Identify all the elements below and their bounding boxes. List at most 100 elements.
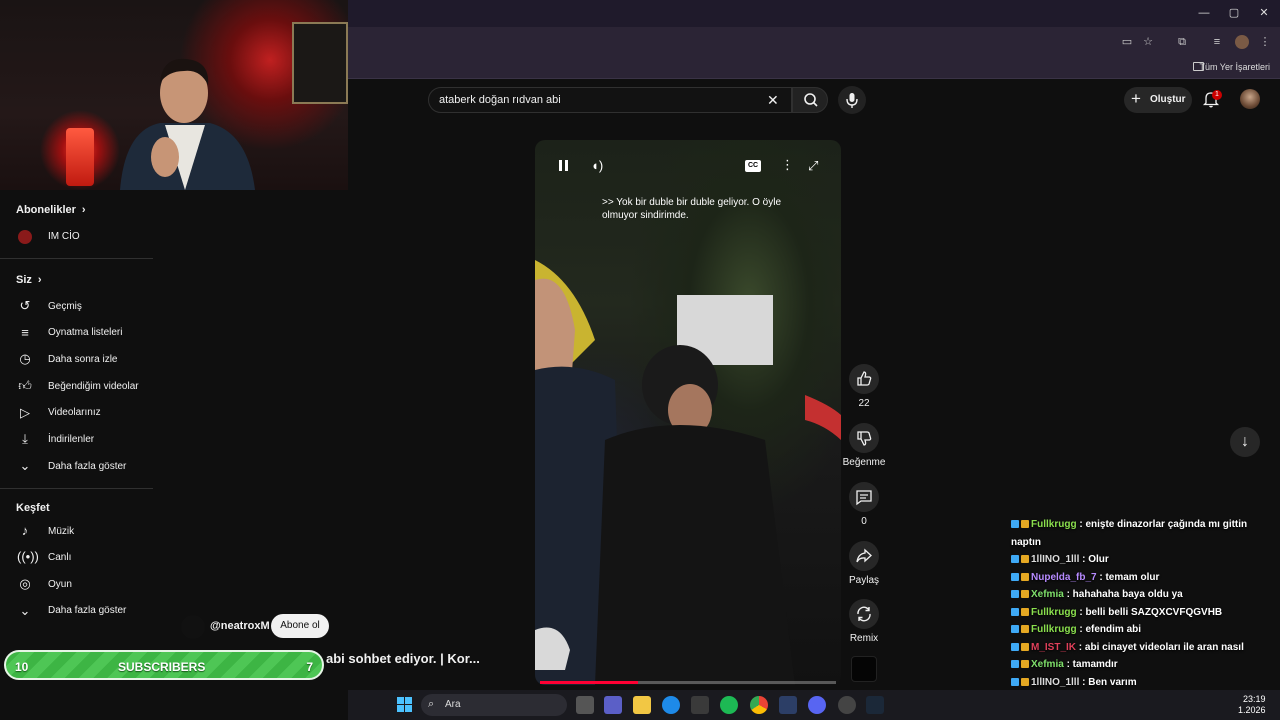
webcam-overlay <box>0 0 348 190</box>
browser-titlebar <box>348 0 1280 27</box>
pause-icon[interactable] <box>557 158 571 174</box>
channel-avatar-icon <box>18 230 32 244</box>
profile-icon[interactable] <box>1235 35 1249 49</box>
discord-icon[interactable] <box>808 696 826 714</box>
chat-username: Xefmia <box>1031 589 1064 600</box>
bookmarks-bar <box>348 57 1280 79</box>
volume-icon[interactable]: ◖) <box>591 158 603 173</box>
dislike-button[interactable] <box>849 423 879 453</box>
chat-badge-icon <box>1011 625 1019 633</box>
plus-icon: + <box>1131 89 1141 108</box>
search-icon <box>804 93 818 107</box>
subscribe-button[interactable]: Abone ol <box>271 614 329 638</box>
chat-text: : hahahaha baya oldu ya <box>1063 589 1183 600</box>
chat-badge-icon <box>1021 625 1029 633</box>
watch-later-icon: ◷ <box>19 351 31 366</box>
chevron-down-icon: ⌄ <box>19 603 31 618</box>
channel-avatar[interactable] <box>181 615 205 639</box>
channel-name[interactable]: @neatroxM <box>210 620 270 632</box>
clear-search-icon[interactable]: ✕ <box>767 92 779 109</box>
voice-search-button[interactable] <box>838 86 866 114</box>
sidebar-item-downloads[interactable]: İndirilenler <box>48 434 94 445</box>
sidebar-show-more[interactable]: Daha fazla göster <box>48 605 126 616</box>
clock-date: 1.2026 <box>1238 705 1266 715</box>
like-button[interactable] <box>849 364 879 394</box>
sound-thumbnail[interactable] <box>851 656 877 682</box>
subscriber-remaining-count: 7 <box>306 660 313 674</box>
video-progress-bar[interactable] <box>540 681 836 684</box>
maximize-icon[interactable]: ▢ <box>1226 6 1242 20</box>
taskbar-search-placeholder: Ara <box>445 699 461 710</box>
fullscreen-icon[interactable]: ⤢ <box>808 158 818 174</box>
windows-start-icon[interactable] <box>397 697 413 713</box>
media-control-icon[interactable]: ≡ <box>1210 35 1224 49</box>
sidebar-item-gaming[interactable]: Oyun <box>48 579 72 590</box>
create-button-label: Oluştur <box>1150 94 1186 105</box>
sidebar-item-playlists[interactable]: Oynatma listeleri <box>48 327 122 338</box>
chat-username: Fullkrugg <box>1031 624 1077 635</box>
steam-icon[interactable] <box>866 696 884 714</box>
chat-username: M_IST_IK <box>1031 641 1077 653</box>
extensions-icon[interactable]: ⧉ <box>1175 35 1189 49</box>
browser-menu-icon[interactable]: ⋮ <box>1258 35 1272 49</box>
spotify-icon[interactable] <box>720 696 738 714</box>
close-window-icon[interactable]: ✕ <box>1256 6 1272 20</box>
notification-badge: 1 <box>1212 90 1222 100</box>
chat-badge-icon <box>1021 590 1029 598</box>
sidebar-item-subscription[interactable]: IM CİO <box>48 231 80 242</box>
minimize-icon[interactable]: — <box>1196 6 1212 20</box>
sidebar-item-music[interactable]: Müzik <box>48 526 74 537</box>
chat-message: M_IST_IK : abi cinayet videoları ile ara… <box>1011 639 1273 657</box>
more-options-icon[interactable]: ⋮ <box>781 157 794 173</box>
chat-text: : efendim abi <box>1076 624 1142 635</box>
sidebar-item-your-videos[interactable]: Videolarınız <box>48 407 101 418</box>
chrome-icon[interactable] <box>750 696 768 714</box>
sidebar-divider <box>0 488 153 489</box>
whiteboard <box>292 22 348 104</box>
bookmark-star-icon[interactable]: ☆ <box>1141 35 1155 49</box>
search-input[interactable]: ataberk doğan rıdvan abi <box>439 94 561 106</box>
chat-username: Fullkrugg <box>1031 519 1077 530</box>
sidebar-item-liked-videos[interactable]: Beğendiğim videolar <box>48 381 139 392</box>
video-progress-fill <box>540 681 638 684</box>
all-bookmarks-link[interactable]: Tüm Yer İşaretleri <box>1199 62 1270 72</box>
chat-username: 1llINO_1lll <box>1031 554 1080 565</box>
chat-username: Xefmia <box>1031 659 1064 670</box>
store-icon[interactable] <box>691 696 709 714</box>
app-icon[interactable] <box>779 696 797 714</box>
obs-icon[interactable] <box>838 696 856 714</box>
captions-icon[interactable]: CC <box>745 160 761 172</box>
sidebar-item-watch-later[interactable]: Daha sonra izle <box>48 354 117 365</box>
taskbar-search-box[interactable] <box>421 694 567 716</box>
you-heading[interactable]: Siz › <box>16 274 42 286</box>
subscriptions-heading[interactable]: Abonelikler › <box>16 204 86 216</box>
chat-badge-icon <box>1021 572 1029 581</box>
taskbar-search-icon: ⌕ <box>428 698 435 710</box>
chat-message: 1llINO_1lll : Ben varım <box>1011 674 1273 692</box>
task-view-icon[interactable] <box>576 696 594 714</box>
sidebar-item-live[interactable]: Canlı <box>48 552 71 563</box>
chat-text: : tamamdır <box>1063 659 1118 670</box>
chat-badge-icon <box>1021 660 1029 668</box>
comment-icon <box>856 490 872 506</box>
account-avatar[interactable] <box>1240 89 1260 109</box>
sidebar-show-more[interactable]: Daha fazla göster <box>48 461 126 472</box>
comments-button[interactable] <box>849 482 879 512</box>
taskbar-clock[interactable]: 23:19 1.2026 <box>1238 694 1266 716</box>
edge-icon[interactable] <box>662 696 680 714</box>
file-explorer-icon[interactable] <box>633 696 651 714</box>
teams-icon[interactable] <box>604 696 622 714</box>
chat-badge-icon <box>1021 677 1029 686</box>
chat-badge-icon <box>1021 642 1029 651</box>
share-button[interactable] <box>849 541 879 571</box>
cast-icon[interactable]: ▭ <box>1120 35 1134 49</box>
video-title[interactable]: abi sohbet ediyor. | Kor... <box>326 651 480 666</box>
sidebar-item-history[interactable]: Geçmiş <box>48 301 82 312</box>
chat-message: Xefmia : tamamdır <box>1011 656 1273 674</box>
dislike-label: Beğenme <box>842 457 886 468</box>
next-video-arrow-icon[interactable]: ↓ <box>1230 427 1260 457</box>
red-lamp <box>66 128 94 186</box>
chat-message: Fullkrugg : belli belli SAZQXCVFQGVHB <box>1011 604 1273 622</box>
remix-button[interactable] <box>849 599 879 629</box>
search-button[interactable] <box>792 87 828 113</box>
